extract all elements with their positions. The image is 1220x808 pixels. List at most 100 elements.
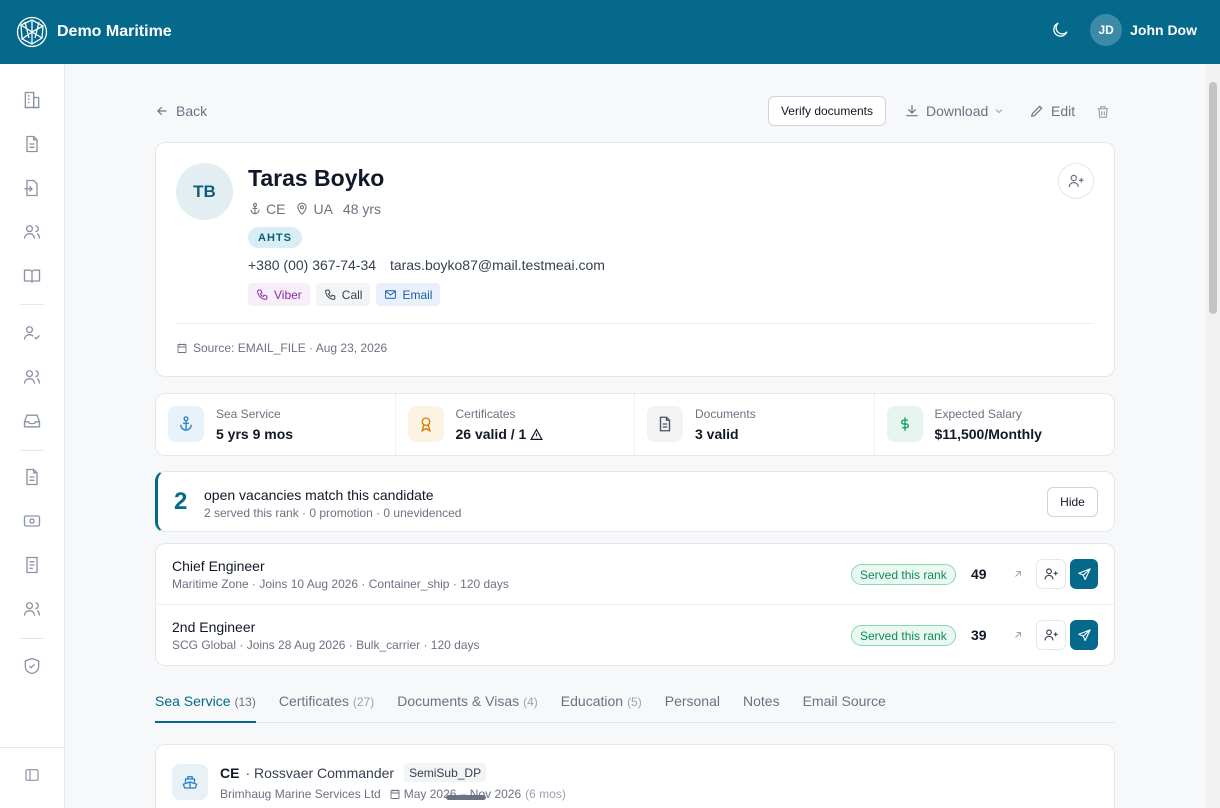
- tab-personal[interactable]: Personal: [665, 690, 720, 722]
- arrow-left-icon: [157, 106, 167, 116]
- add-to-vacancy-button[interactable]: [1036, 559, 1066, 589]
- candidate-avatar: TB: [176, 163, 233, 220]
- top-bar: Demo Maritime JD John Dow: [0, 0, 1220, 64]
- drag-handle[interactable]: [446, 795, 486, 800]
- cash-icon[interactable]: [22, 511, 42, 531]
- external-link-icon[interactable]: [1012, 568, 1024, 580]
- sidebar-separator: [20, 450, 44, 451]
- tab-sea-service[interactable]: Sea Service (13): [155, 690, 256, 723]
- add-to-vacancy-button[interactable]: [1036, 620, 1066, 650]
- vacancy-meta: SCG Global · Joins 28 Aug 2026 · Bulk_ca…: [172, 638, 480, 652]
- sea-service-record[interactable]: CE · Rossvaer Commander SemiSub_DP Brimh…: [155, 744, 1115, 808]
- record-vessel-type: SemiSub_DP: [404, 763, 487, 782]
- document-icon: [647, 406, 683, 442]
- send-offer-button[interactable]: [1070, 620, 1098, 650]
- scrollbar-thumb[interactable]: [1209, 82, 1217, 314]
- stat-sea-service: Sea Service 5 yrs 9 mos: [156, 394, 396, 455]
- back-label: Back: [176, 103, 208, 119]
- send-icon: [1077, 628, 1091, 641]
- call-button[interactable]: Call: [315, 283, 371, 306]
- email-button[interactable]: Email: [376, 283, 441, 306]
- location-pin-icon: [297, 202, 308, 215]
- send-icon: [1077, 567, 1091, 580]
- tab-count: (5): [627, 695, 642, 709]
- user-avatar[interactable]: JD: [1090, 14, 1123, 46]
- candidate-country: UA: [313, 201, 333, 217]
- record-rank: CE: [220, 764, 240, 781]
- record-vessel: · Rossvaer Commander: [245, 764, 395, 781]
- globe-logo-icon: [16, 16, 48, 48]
- page-toolbar: Back Verify documents Download Edit: [155, 96, 1115, 128]
- moon-icon[interactable]: [1050, 20, 1070, 40]
- candidate-rank: CE: [266, 201, 286, 217]
- stat-value: 5 yrs 9 mos: [216, 426, 294, 442]
- candidate-phone[interactable]: +380 (00) 367-74-34: [248, 257, 376, 273]
- book-icon[interactable]: [22, 266, 42, 286]
- tab-email-source[interactable]: Email Source: [803, 690, 886, 722]
- file-import-icon[interactable]: [22, 178, 42, 198]
- certificates-count: 26 valid / 1: [455, 426, 527, 442]
- inbox-icon[interactable]: [22, 411, 42, 431]
- chevron-down-icon: [995, 109, 1003, 114]
- match-score: 49: [971, 566, 987, 582]
- tab-documents-visas[interactable]: Documents & Visas (4): [397, 690, 538, 722]
- anchor-icon: [250, 202, 260, 215]
- warning-icon: [530, 427, 544, 440]
- candidate-profile-card: TB Taras Boyko CE UA 48 yrs AHTS +380 (0…: [155, 142, 1115, 377]
- team-icon[interactable]: [22, 367, 42, 387]
- vacancy-row[interactable]: Chief Engineer Maritime Zone · Joins 10 …: [156, 544, 1114, 605]
- user-plus-icon: [1044, 629, 1058, 641]
- assign-candidate-button[interactable]: [1058, 163, 1094, 199]
- calendar-icon: [390, 789, 400, 799]
- pencil-icon: [1031, 105, 1043, 117]
- award-icon: [407, 406, 444, 442]
- edit-button[interactable]: Edit: [1029, 103, 1075, 119]
- building-icon[interactable]: [22, 90, 42, 110]
- users-icon[interactable]: [22, 222, 42, 242]
- stat-value: 26 valid / 1: [456, 426, 544, 442]
- tab-certificates[interactable]: Certificates (27): [279, 690, 374, 722]
- report-icon[interactable]: [22, 467, 42, 487]
- candidate-name: Taras Boyko: [248, 165, 385, 191]
- document-icon[interactable]: [22, 134, 42, 154]
- receipt-icon[interactable]: [22, 555, 42, 575]
- people-icon[interactable]: [22, 599, 42, 619]
- vacancy-row[interactable]: 2nd Engineer SCG Global · Joins 28 Aug 2…: [156, 605, 1114, 666]
- stat-label: Expected Salary: [934, 407, 1022, 421]
- trash-icon[interactable]: [1095, 104, 1111, 120]
- external-link-icon[interactable]: [1012, 629, 1024, 641]
- tab-notes[interactable]: Notes: [743, 690, 780, 722]
- user-plus-icon: [1044, 568, 1058, 580]
- sidebar: [0, 64, 65, 808]
- tab-label: Personal: [664, 693, 720, 709]
- served-rank-badge: Served this rank: [851, 625, 956, 646]
- vacancy-title[interactable]: Chief Engineer: [172, 558, 265, 574]
- user-check-icon[interactable]: [22, 323, 42, 343]
- candidate-age: 48 yrs: [342, 201, 382, 217]
- sidebar-separator: [20, 304, 44, 305]
- vacancy-title[interactable]: 2nd Engineer: [172, 619, 255, 635]
- tab-education[interactable]: Education (5): [561, 690, 642, 722]
- page-scrollbar[interactable]: [1206, 64, 1220, 808]
- brand[interactable]: Demo Maritime: [16, 16, 172, 48]
- shield-check-icon[interactable]: [22, 656, 42, 676]
- back-button[interactable]: Back: [155, 103, 207, 119]
- viber-label: Viber: [274, 287, 302, 302]
- collapse-sidebar-icon[interactable]: [24, 767, 40, 783]
- tab-label: Notes: [743, 693, 780, 709]
- download-button[interactable]: Download: [904, 103, 1011, 119]
- viber-button[interactable]: Viber: [248, 283, 310, 306]
- divider: [176, 323, 1094, 324]
- matching-vacancies-list: Chief Engineer Maritime Zone · Joins 10 …: [155, 543, 1115, 666]
- candidate-email[interactable]: taras.boyko87@mail.testmeai.com: [390, 257, 605, 273]
- stat-label: Documents: [695, 407, 756, 421]
- calendar-icon: [177, 343, 187, 353]
- hide-button[interactable]: Hide: [1047, 487, 1098, 517]
- verify-documents-button[interactable]: Verify documents: [768, 96, 886, 126]
- download-icon: [906, 105, 918, 117]
- vacancy-meta: Maritime Zone · Joins 10 Aug 2026 · Cont…: [172, 577, 509, 591]
- tab-count: (13): [234, 695, 256, 709]
- send-offer-button[interactable]: [1070, 559, 1098, 589]
- tab-label: Certificates: [278, 693, 349, 709]
- user-name[interactable]: John Dow: [1130, 22, 1197, 38]
